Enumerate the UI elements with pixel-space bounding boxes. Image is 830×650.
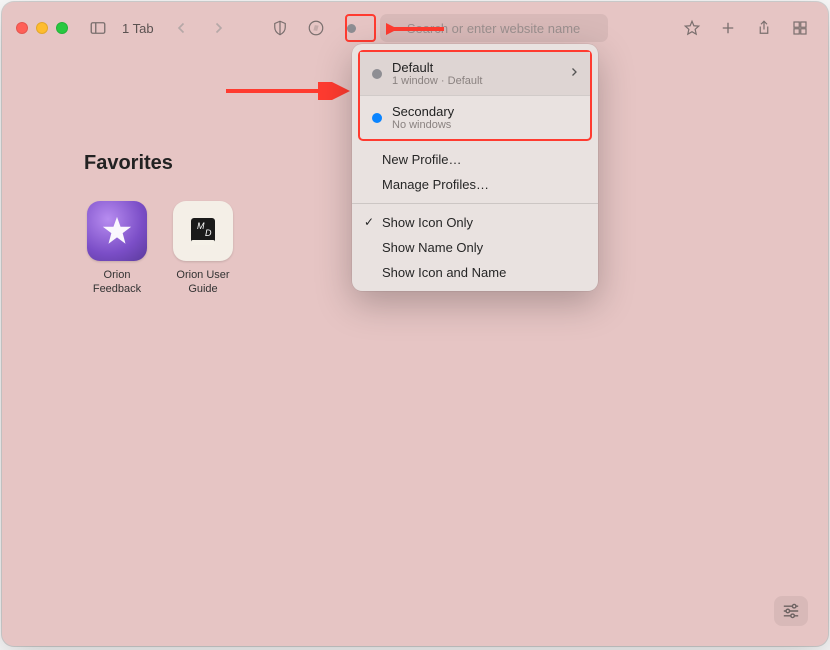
sidebar-button[interactable] — [84, 14, 112, 42]
profile-item-secondary[interactable]: Secondary No windows — [360, 95, 590, 139]
shield-button[interactable] — [266, 14, 294, 42]
profile-dot-icon — [372, 113, 382, 123]
profile-dot-icon — [372, 69, 382, 79]
profile-button[interactable] — [338, 14, 366, 42]
profile-desc: 1 window · Default — [392, 75, 483, 87]
address-bar[interactable]: Search or enter website name — [380, 14, 608, 42]
close-window-button[interactable] — [16, 22, 28, 34]
svg-text:D: D — [205, 228, 212, 238]
compass-icon[interactable] — [302, 14, 330, 42]
svg-text:M: M — [197, 221, 205, 231]
profile-desc: No windows — [392, 119, 454, 131]
favorite-label: Orion Feedback — [84, 269, 150, 297]
annotation-highlight-box: Default 1 window · Default Secondary No … — [358, 50, 592, 141]
chevron-right-icon — [568, 65, 580, 83]
favorite-label: Orion User Guide — [170, 269, 236, 297]
profile-item-default[interactable]: Default 1 window · Default — [360, 52, 590, 95]
back-button[interactable] — [168, 14, 196, 42]
page-settings-button[interactable] — [774, 596, 808, 626]
favorite-icon: M D — [173, 201, 233, 261]
traffic-lights — [16, 22, 68, 34]
menu-item-show-icon-and-name[interactable]: Show Icon and Name — [352, 260, 598, 285]
address-placeholder: Search or enter website name — [407, 21, 580, 36]
favorite-star-button[interactable] — [678, 14, 706, 42]
profile-dropdown-menu: Default 1 window · Default Secondary No … — [352, 44, 598, 291]
profile-name: Secondary — [392, 104, 454, 119]
new-tab-button[interactable] — [714, 14, 742, 42]
profile-name: Default — [392, 60, 483, 75]
menu-item-show-icon-only[interactable]: ✓ Show Icon Only — [352, 210, 598, 235]
favorite-item[interactable]: M D Orion User Guide — [170, 201, 236, 297]
share-button[interactable] — [750, 14, 778, 42]
fullscreen-window-button[interactable] — [56, 22, 68, 34]
tab-count-label: 1 Tab — [122, 21, 154, 36]
minimize-window-button[interactable] — [36, 22, 48, 34]
menu-item-manage-profiles[interactable]: Manage Profiles… — [352, 172, 598, 197]
forward-button[interactable] — [204, 14, 232, 42]
browser-window: 1 Tab Search or enter website name — [2, 2, 828, 646]
menu-separator — [352, 203, 598, 204]
favorite-icon — [87, 201, 147, 261]
menu-item-show-name-only[interactable]: Show Name Only — [352, 235, 598, 260]
favorite-item[interactable]: Orion Feedback — [84, 201, 150, 297]
tab-overview-button[interactable] — [786, 14, 814, 42]
menu-item-new-profile[interactable]: New Profile… — [352, 147, 598, 172]
checkmark-icon: ✓ — [364, 215, 374, 229]
